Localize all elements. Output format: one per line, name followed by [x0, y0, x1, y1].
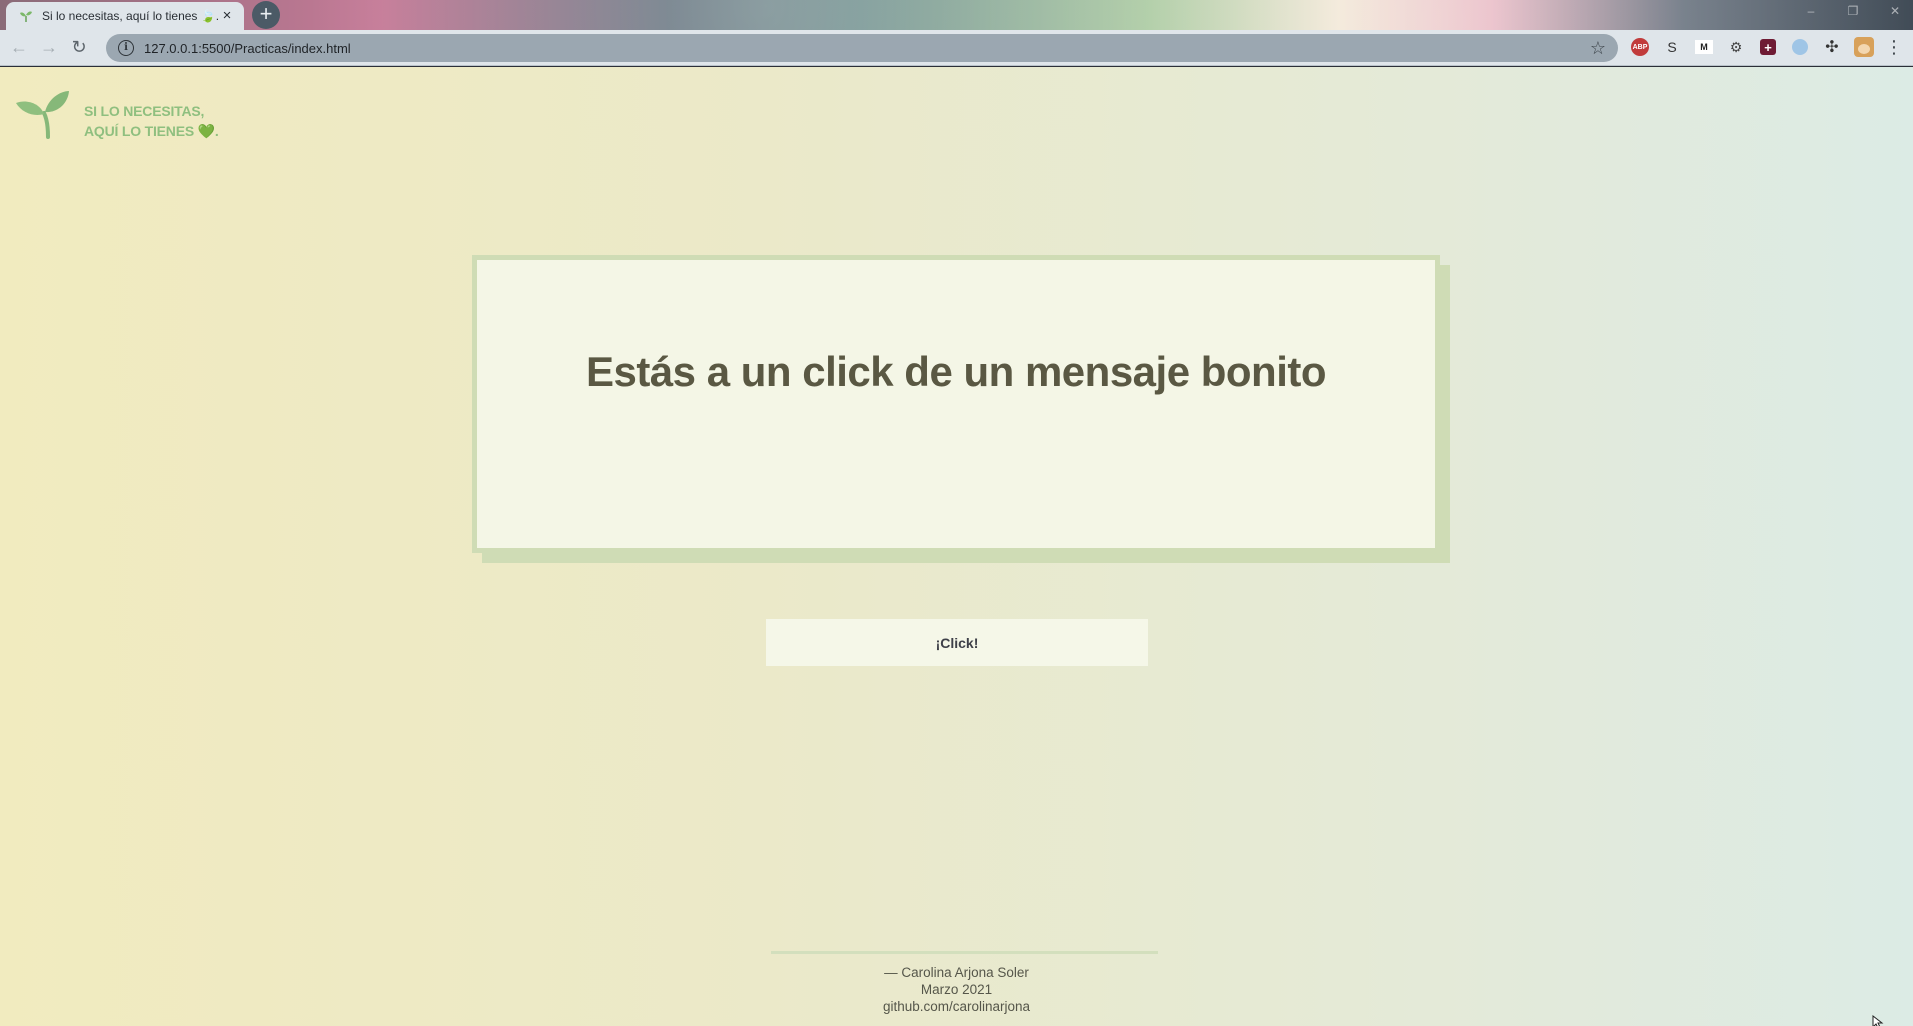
- profile-avatar[interactable]: [1854, 37, 1874, 57]
- forward-arrow-icon[interactable]: →: [34, 33, 64, 63]
- page-body: SI LO NECESITAS, AQUÍ LO TIENES 💚. Estás…: [0, 67, 1913, 1026]
- circle-extension-icon[interactable]: [1792, 39, 1808, 55]
- window-controls: – ❐ ✕: [1801, 4, 1905, 20]
- sprout-icon: [16, 91, 69, 139]
- browser-toolbar: ← → ↻ i 127.0.0.1:5500/Practicas/index.h…: [0, 30, 1913, 66]
- tab-title: Si lo necesitas, aquí lo tienes 🍃.: [42, 9, 218, 23]
- menu-icon[interactable]: ⋮: [1884, 37, 1904, 58]
- mouse-cursor-icon: [1872, 1015, 1884, 1026]
- footer-date: Marzo 2021: [920, 982, 993, 997]
- adblock-extension-icon[interactable]: ABP: [1631, 38, 1649, 56]
- footer-github-link[interactable]: github.com/carolinarjona: [0, 998, 1913, 1015]
- url-text[interactable]: 127.0.0.1:5500/Practicas/index.html: [144, 41, 1590, 56]
- close-window-icon[interactable]: ✕: [1885, 4, 1905, 20]
- plus-extension-icon[interactable]: +: [1760, 39, 1776, 55]
- address-bar[interactable]: i 127.0.0.1:5500/Practicas/index.html ☆: [106, 34, 1618, 62]
- sprout-favicon-icon: [18, 8, 34, 24]
- extensions-bar: ABP S M ⚙ + ✣ ⋮: [1628, 35, 1904, 59]
- gears-extension-icon[interactable]: ⚙: [1724, 35, 1748, 59]
- s-extension-icon[interactable]: S: [1660, 35, 1684, 59]
- logo-line-2: AQUÍ LO TIENES 💚.: [84, 123, 219, 139]
- reload-icon[interactable]: ↻: [64, 33, 94, 63]
- maximize-icon[interactable]: ❐: [1843, 4, 1863, 20]
- m-extension-icon[interactable]: M: [1695, 40, 1713, 54]
- info-icon[interactable]: i: [118, 40, 134, 56]
- footer-divider: [771, 951, 1158, 954]
- back-arrow-icon[interactable]: ←: [4, 33, 34, 63]
- footer: — Carolina Arjona Soler Marzo 2021 githu…: [0, 964, 1913, 1015]
- star-icon[interactable]: ☆: [1590, 38, 1606, 59]
- site-logo[interactable]: SI LO NECESITAS, AQUÍ LO TIENES 💚.: [14, 87, 219, 141]
- puzzle-icon[interactable]: ✣: [1820, 35, 1844, 59]
- click-button[interactable]: ¡Click!: [766, 619, 1148, 666]
- new-tab-button[interactable]: +: [252, 1, 280, 29]
- browser-tab[interactable]: Si lo necesitas, aquí lo tienes 🍃. ×: [6, 2, 244, 30]
- minimize-icon[interactable]: –: [1801, 4, 1821, 20]
- message-card: Estás a un click de un mensaje bonito: [472, 255, 1440, 553]
- tab-close-icon[interactable]: ×: [218, 7, 236, 25]
- logo-line-1: SI LO NECESITAS,: [84, 103, 205, 119]
- footer-author: — Carolina Arjona Soler: [884, 965, 1029, 980]
- logo-text: SI LO NECESITAS, AQUÍ LO TIENES 💚.: [84, 101, 219, 141]
- tab-strip: Si lo necesitas, aquí lo tienes 🍃. × + –…: [0, 0, 1913, 30]
- card-title: Estás a un click de un mensaje bonito: [585, 348, 1327, 395]
